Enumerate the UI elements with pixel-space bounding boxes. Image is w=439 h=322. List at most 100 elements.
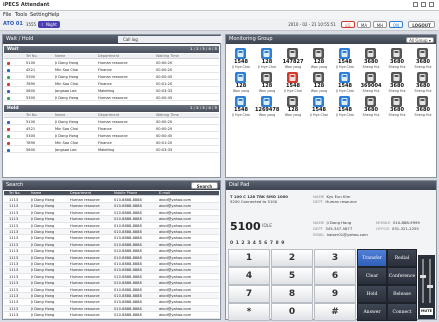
hold-button[interactable]: Hold	[357, 285, 387, 303]
mobile-cell: 010-8888-8888	[114, 306, 142, 311]
table-row[interactable]: 5300 Ji Dong Hong Human resource 00:00:45	[4, 74, 219, 80]
mic-slider[interactable]	[429, 259, 431, 303]
tel-cell: 1113	[9, 268, 19, 273]
maximize-icon[interactable]	[421, 2, 426, 7]
minimize-icon[interactable]	[413, 2, 418, 7]
table-row[interactable]: 7890 Min Soo Choi Finance 00:01:20	[4, 81, 219, 87]
table-row[interactable]: 4521 Min Soo Choi Finance 00:00:20	[4, 126, 219, 132]
hold-pagination[interactable]: 1 / 2 / 3 / 4 / 5	[190, 105, 217, 112]
answer-button[interactable]: Answer	[357, 303, 387, 321]
extension-name: Won yong	[258, 89, 276, 93]
dial-key-8[interactable]: 8	[271, 285, 313, 303]
table-row[interactable]: 5600 Jongsoo Lee Maketing 00:03:33	[4, 147, 219, 153]
search-button[interactable]: Search	[191, 182, 218, 189]
dial-key-9[interactable]: 9	[314, 285, 356, 303]
conference-button[interactable]: Conference	[387, 267, 417, 285]
menu-tools[interactable]: Tools	[15, 12, 27, 18]
extension-tile[interactable]: 1548 Ji Hye Choi	[229, 95, 253, 118]
email-cell: abcd@yahoo.com	[159, 223, 192, 228]
call-log-tab[interactable]: Call log	[118, 36, 222, 43]
department-cell: Human resource	[98, 75, 128, 79]
status-dot	[7, 141, 10, 145]
table-row[interactable]: 5300 Ji Dong Hong Human resource 00:00:45	[4, 133, 219, 139]
dial-key-7[interactable]: 7	[228, 285, 270, 303]
extension-tile[interactable]: 128 Won yong	[255, 71, 279, 94]
extension-tile[interactable]: 3680 Sheng Hui	[411, 71, 435, 94]
extension-tile[interactable]: 1548 Ji Hye Choi	[229, 47, 253, 70]
extension-tile[interactable]: 128 Won yong	[307, 71, 331, 94]
extension-tile[interactable]: 3680 Sheng Hui	[359, 95, 383, 118]
dial-key-star[interactable]: *	[228, 303, 270, 321]
connect-button[interactable]: Connect	[387, 303, 417, 321]
extension-tile[interactable]: 369004 Sheng Hui	[359, 71, 383, 94]
clear-button[interactable]: Clear	[357, 267, 387, 285]
extension-tile[interactable]: 1548 Ji Hye Choi	[307, 95, 331, 118]
extension-tile[interactable]: 128 Won yong	[229, 71, 253, 94]
redial-button[interactable]: Redial	[387, 249, 417, 267]
extension-tile[interactable]: 128 Won yong	[307, 47, 331, 70]
dial-key-4[interactable]: 4	[228, 267, 270, 285]
extension-tile[interactable]: 147827 Won yong	[281, 47, 305, 70]
wait-pagination[interactable]: 1 / 2 / 3 / 4 / 5	[190, 46, 217, 53]
mobile-cell: 010-8888-8888	[114, 313, 142, 318]
department-cell: Human resource	[98, 134, 128, 138]
extension-tile[interactable]: 3680 Sheng Hui	[385, 71, 409, 94]
group-select[interactable]: All Group ▾	[406, 37, 434, 43]
monitoring-header: Monitoring Group	[226, 35, 436, 44]
department-cell: Human resource	[70, 294, 100, 298]
extension-tile[interactable]: 1548 Ji Hye Choi	[333, 95, 357, 118]
extension-tile[interactable]: 1548 Ji Hye Choi	[281, 71, 305, 94]
transfer-button[interactable]: Transfer	[357, 249, 387, 267]
table-row[interactable]: 7890 Min Soo Choi Finance 00:01:20	[4, 140, 219, 146]
extension-name: Ji Hye Choi	[232, 113, 250, 117]
menu-file[interactable]: File	[3, 12, 11, 18]
night-mode-button[interactable]: ☾ Night	[38, 21, 60, 28]
status-chip-mh[interactable]: MH	[373, 21, 387, 28]
dial-key-3[interactable]: 3	[314, 249, 356, 267]
extension-name: Sheng Hui	[388, 89, 406, 93]
phone-icon	[365, 96, 376, 107]
tel-cell: 5300	[26, 96, 36, 100]
dial-key-1[interactable]: 1	[228, 249, 270, 267]
dial-key-0[interactable]: 0	[271, 303, 313, 321]
extension-tile[interactable]: 3680 Sheng Hui	[411, 95, 435, 118]
extension-tile[interactable]: 1548 Ji Hye Choi	[333, 71, 357, 94]
table-row[interactable]: 5600 Jongsoo Lee Maketing 00:03:33	[4, 88, 219, 94]
extension-tile[interactable]: 3680 Sheng Hui	[385, 47, 409, 70]
table-row[interactable]: 5100 Ji Dong Hong Human resource 00:00:20	[4, 119, 219, 125]
extension-tile[interactable]: 1269478 Won yong	[255, 95, 279, 118]
table-row[interactable]: 1113 Ji Dong Hong Human resource 010-8888-8…	[4, 312, 219, 319]
search-column-header: Tel No. Name Department Mobile Phone E-m…	[4, 191, 219, 196]
extension-tile[interactable]: 3680 Sheng Hui	[359, 47, 383, 70]
extension-tile[interactable]: 3680 Sheng Hui	[411, 47, 435, 70]
extension-tile[interactable]: 3680 Sheng Hui	[385, 95, 409, 118]
email-cell: abcd@yahoo.com	[159, 274, 192, 279]
extension-tile[interactable]: 1548 Ji Hye Choi	[333, 47, 357, 70]
table-row[interactable]: 5100 Ji Dong Hong Human resource 00:00:20	[4, 60, 219, 66]
status-dot	[7, 127, 10, 131]
logout-button[interactable]: LOGOUT	[408, 21, 435, 28]
dial-key-6[interactable]: 6	[314, 267, 356, 285]
dial-key-2[interactable]: 2	[271, 249, 313, 267]
mobile-cell: 010-8888-8888	[114, 210, 142, 215]
volume-slider-thumb[interactable]	[420, 275, 426, 278]
extension-tile[interactable]: 128 Won yong	[281, 95, 305, 118]
dial-key-hash[interactable]: #	[314, 303, 356, 321]
mute-button[interactable]: MUTE	[420, 308, 433, 315]
status-chip-on[interactable]: ON	[389, 21, 403, 28]
office-row: OFFICE 031-321-2255	[376, 226, 419, 231]
close-icon[interactable]	[429, 2, 434, 7]
dial-key-5[interactable]: 5	[271, 267, 313, 285]
phone-icon	[313, 48, 324, 59]
menu-setting[interactable]: Setting	[30, 12, 48, 18]
volume-slider[interactable]	[422, 259, 424, 303]
extension-name: Ji Hye Choi	[310, 113, 328, 117]
menu-help[interactable]: Help	[48, 12, 59, 18]
release-button[interactable]: Release	[387, 285, 417, 303]
status-chip-lg[interactable]: LG	[341, 21, 355, 28]
extension-tile[interactable]: 128 Ji Hye Choi	[255, 47, 279, 70]
table-row[interactable]: 5300 Ji Dong Hong Human resource 00:00:45	[4, 95, 219, 101]
table-row[interactable]: 4521 Min Soo Choi Finance 00:00:20	[4, 67, 219, 73]
status-chip-ma[interactable]: MA	[357, 21, 371, 28]
mic-slider-thumb[interactable]	[427, 285, 433, 288]
